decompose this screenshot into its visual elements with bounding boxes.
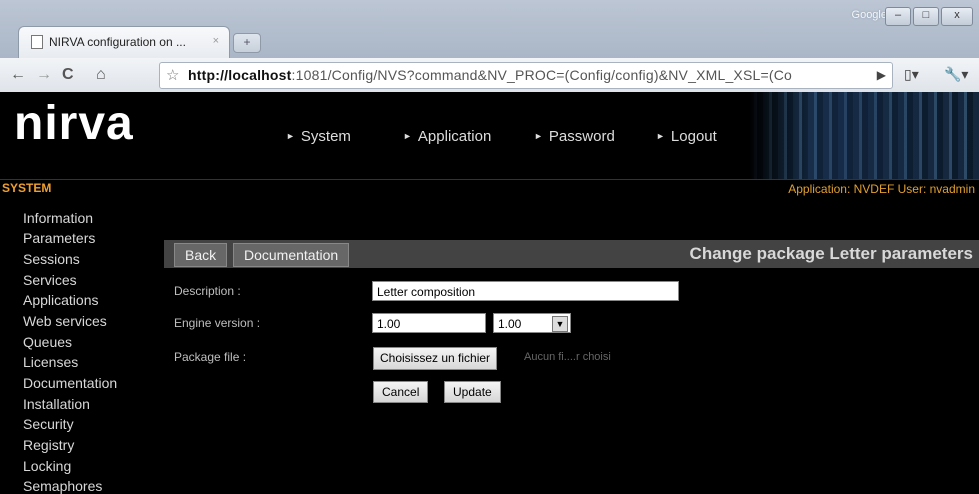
choose-file-button[interactable]: Choisissez un fichier bbox=[373, 347, 498, 370]
sidebar-item-documentation[interactable]: Documentation bbox=[23, 375, 117, 391]
back-button[interactable]: Back bbox=[174, 243, 228, 267]
cancel-button[interactable]: Cancel bbox=[373, 381, 429, 403]
forward-arrow-icon[interactable]: → bbox=[36, 66, 52, 84]
file-status: Aucun fi....r choisi bbox=[524, 351, 611, 363]
engine-version-selected: 1.00 bbox=[498, 317, 522, 331]
nav-application[interactable]: ► Application bbox=[403, 128, 491, 145]
main-content bbox=[164, 236, 979, 492]
home-icon[interactable]: ⌂ bbox=[96, 66, 106, 84]
page-icon bbox=[31, 35, 43, 49]
new-tab-button[interactable]: + bbox=[233, 33, 261, 53]
browser-toolbar: ← → C ⌂ ☆ http://localhost:1081/Config/N… bbox=[0, 58, 979, 93]
description-label: Description : bbox=[174, 284, 241, 298]
package-file-label: Package file : bbox=[174, 350, 247, 364]
browser-tab[interactable]: NIRVA configuration on ... × bbox=[18, 26, 230, 59]
minimize-button[interactable]: – bbox=[885, 7, 911, 26]
nav-password[interactable]: ► Password bbox=[534, 128, 615, 145]
section-label: SYSTEM bbox=[2, 181, 52, 195]
sidebar-item-sessions[interactable]: Sessions bbox=[23, 251, 80, 267]
chevron-down-icon[interactable]: ▼ bbox=[552, 316, 568, 332]
engine-version-select[interactable]: 1.00 ▼ bbox=[493, 313, 571, 333]
engine-version-input[interactable]: 1.00 bbox=[372, 313, 486, 333]
nav-system[interactable]: ► System bbox=[286, 128, 351, 145]
window-controls: – □ x bbox=[885, 7, 973, 26]
sidebar-item-web-services[interactable]: Web services bbox=[23, 313, 107, 329]
tab-title: NIRVA configuration on ... bbox=[49, 35, 186, 49]
sidebar-item-parameters[interactable]: Parameters bbox=[23, 230, 95, 246]
session-info: Application: NVDEF User: nvadmin bbox=[788, 182, 975, 196]
sidebar-item-locking[interactable]: Locking bbox=[23, 458, 71, 474]
wrench-menu-icon[interactable]: 🔧▾ bbox=[944, 66, 968, 83]
close-window-button[interactable]: x bbox=[941, 7, 973, 26]
header-photo bbox=[748, 92, 979, 179]
nav-logout[interactable]: ► Logout bbox=[656, 128, 717, 145]
page-title: Change package Letter parameters bbox=[689, 244, 973, 263]
nav-arrow-icon: ► bbox=[286, 131, 295, 141]
sidebar-item-applications[interactable]: Applications bbox=[23, 292, 99, 308]
window-label: Google bbox=[851, 9, 887, 21]
reload-icon[interactable]: C bbox=[62, 66, 74, 84]
page-menu-icon[interactable]: ▯▾ bbox=[904, 66, 919, 83]
sidebar-item-information[interactable]: Information bbox=[23, 210, 93, 226]
documentation-button[interactable]: Documentation bbox=[233, 243, 350, 267]
sidebar-item-queues[interactable]: Queues bbox=[23, 334, 72, 350]
description-input[interactable]: Letter composition bbox=[372, 281, 679, 301]
sidebar-item-installation[interactable]: Installation bbox=[23, 396, 90, 412]
engine-version-label: Engine version : bbox=[174, 316, 261, 330]
go-arrow-icon[interactable]: ▶ bbox=[877, 63, 886, 88]
sidebar-item-licenses[interactable]: Licenses bbox=[23, 354, 78, 370]
url-text: http://localhost:1081/Config/NVS?command… bbox=[188, 67, 793, 83]
nav-arrow-icon: ► bbox=[534, 131, 543, 141]
address-bar[interactable]: ☆ http://localhost:1081/Config/NVS?comma… bbox=[159, 62, 893, 89]
maximize-button[interactable]: □ bbox=[913, 7, 939, 26]
nirva-logo: nirva bbox=[14, 97, 134, 150]
sidebar-item-security[interactable]: Security bbox=[23, 416, 74, 432]
bookmark-star-icon[interactable]: ☆ bbox=[166, 63, 179, 88]
tab-close-icon[interactable]: × bbox=[213, 35, 219, 47]
nav-arrow-icon: ► bbox=[656, 131, 665, 141]
nav-arrow-icon: ► bbox=[403, 131, 412, 141]
sidebar-item-services[interactable]: Services bbox=[23, 272, 77, 288]
sidebar-item-registry[interactable]: Registry bbox=[23, 437, 74, 453]
update-button[interactable]: Update bbox=[444, 381, 501, 403]
back-arrow-icon[interactable]: ← bbox=[10, 66, 26, 84]
